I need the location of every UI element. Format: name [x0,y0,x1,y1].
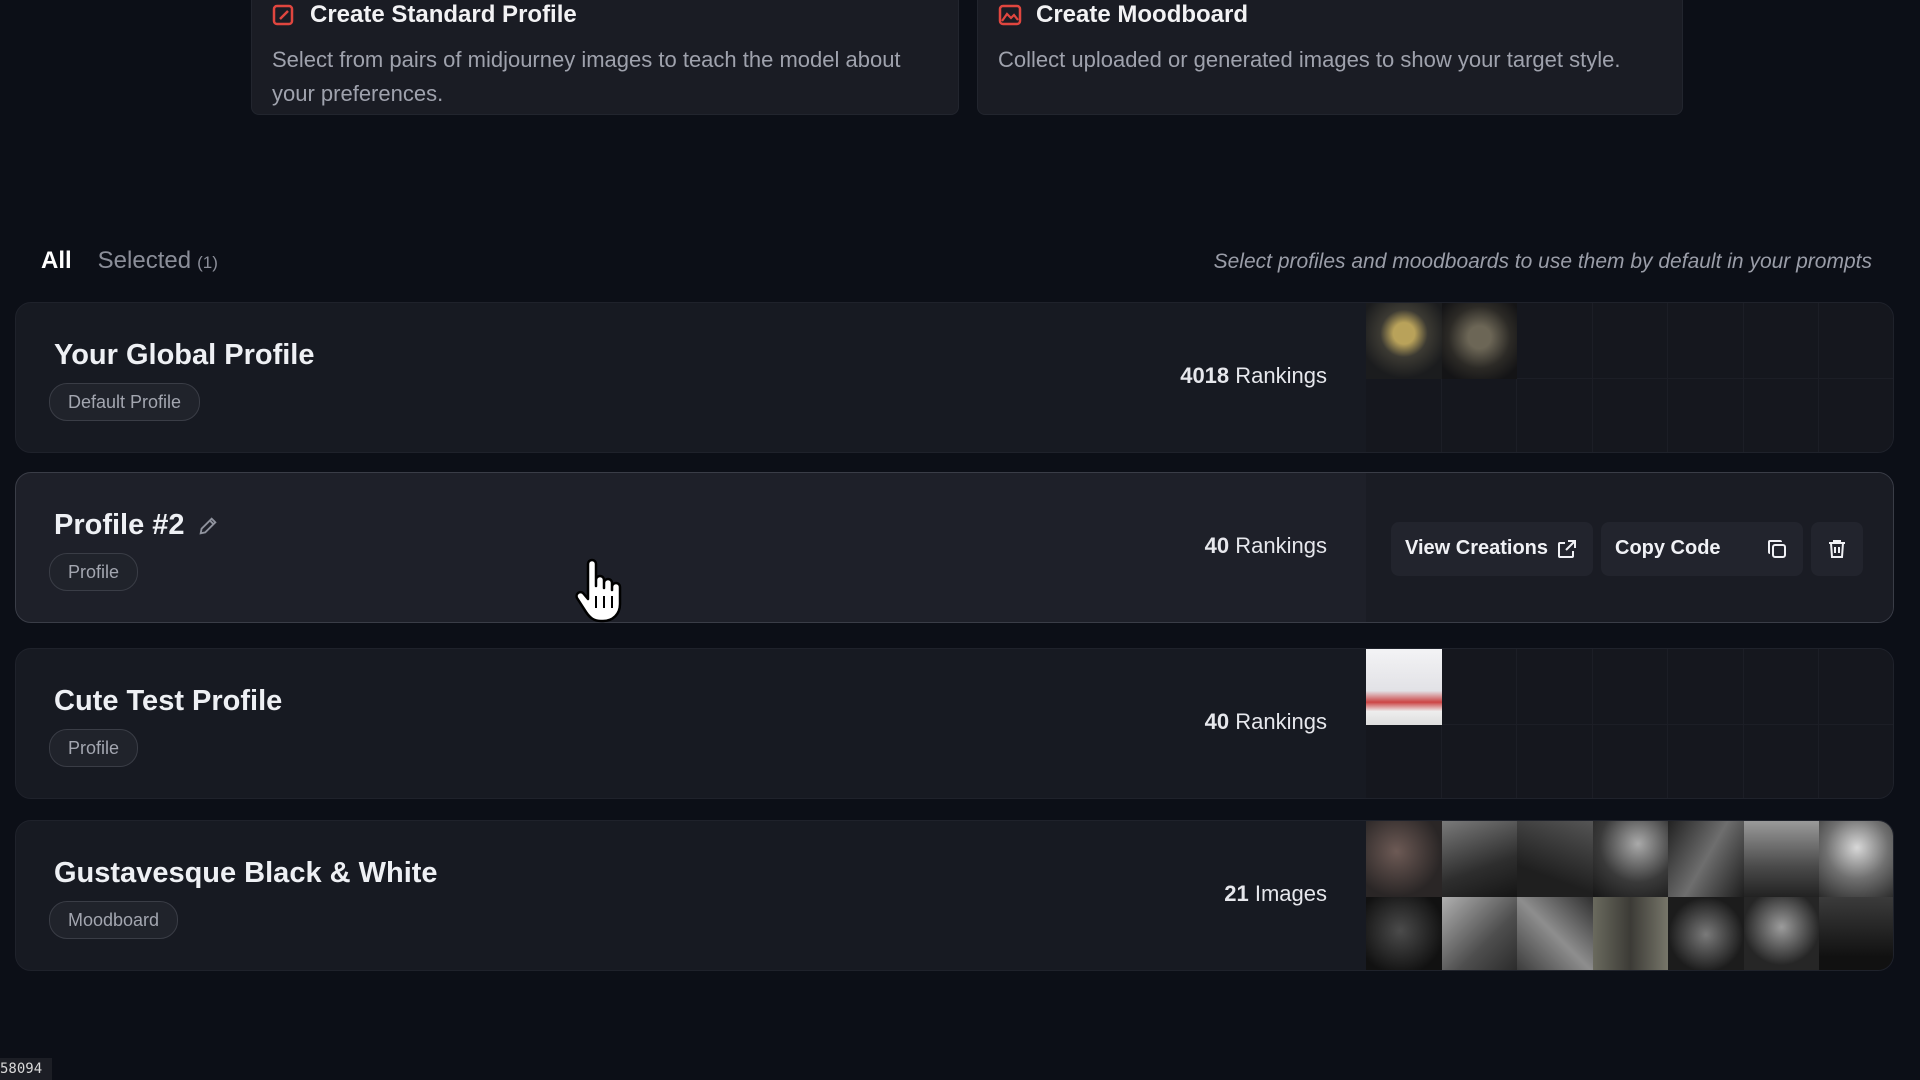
images-count: 21 Images [1224,881,1327,907]
thumbnail-image [1366,649,1442,725]
copy-icon [1768,539,1786,558]
copy-code-label: Copy Code [1615,537,1721,559]
thumbnail-image [1668,821,1744,897]
profile-type-badge: Moodboard [49,901,179,939]
profile-name: Profile #2 [54,509,185,541]
row-title: Cute Test Profile [54,685,282,718]
row-title: Gustavesque Black & White [54,857,438,890]
create-moodboard-card[interactable]: Create Moodboard Collect uploaded or gen… [977,0,1683,115]
count-unit: Rankings [1235,363,1327,388]
thumbnail-grid [1366,821,1893,970]
profile-icon [272,4,294,26]
card-title: Create Moodboard [1036,1,1249,28]
corner-id-label: 58094 [0,1058,52,1080]
thumbnail-image [1819,896,1893,970]
filter-tabs: All Selected (1) [41,247,218,275]
thumbnail-image [1441,821,1517,897]
delete-button[interactable] [1811,521,1863,576]
profile-row[interactable]: Profile #2 Profile 40 Rankings View Crea… [15,472,1894,623]
profile-type-badge: Profile [49,729,139,767]
selected-count: (1) [197,253,218,272]
card-description: Select from pairs of midjourney images t… [272,47,901,106]
thumbnail-image [1819,821,1893,897]
row-title: Your Global Profile [54,339,315,372]
count-unit: Rankings [1235,533,1327,558]
view-creations-label: View Creations [1405,537,1549,559]
view-creations-button[interactable]: View Creations [1391,521,1593,576]
thumbnail-image [1366,896,1442,970]
profile-type-badge: Profile [49,553,139,591]
thumbnail-image [1441,896,1517,970]
count-value: 4018 [1180,363,1230,388]
moodboard-icon [998,4,1022,26]
rankings-count: 40 Rankings [1205,533,1327,559]
thumbnail-image [1743,821,1819,897]
thumbnail-image [1366,303,1442,379]
thumbnail-image [1592,896,1668,970]
external-link-icon [1558,539,1576,558]
thumbnail-image [1668,896,1744,970]
selection-hint: Select profiles and moodboards to use th… [1213,250,1872,273]
thumbnail-grid [1366,303,1893,452]
thumbnail-grid [1366,649,1893,798]
thumbnail-image [1592,821,1668,897]
copy-code-button[interactable]: Copy Code [1601,521,1803,576]
thumbnail-image [1517,821,1593,897]
tab-all[interactable]: All [41,247,72,275]
tab-selected-label: Selected [97,247,192,274]
profile-type-badge: Default Profile [49,383,201,421]
moodboard-row[interactable]: Gustavesque Black & White Moodboard 21 I… [15,820,1894,971]
card-title: Create Standard Profile [310,1,577,28]
thumbnail-image [1441,303,1517,379]
row-actions: View Creations Copy Code [1366,473,1893,622]
edit-pencil-icon[interactable] [197,515,219,537]
thumbnail-image [1517,896,1593,970]
create-standard-profile-card[interactable]: Create Standard Profile Select from pair… [251,0,959,115]
rankings-count: 40 Rankings [1205,709,1327,735]
count-unit: Rankings [1235,709,1327,734]
tab-selected[interactable]: Selected (1) [98,247,218,275]
trash-icon [1829,539,1845,558]
card-description: Collect uploaded or generated images to … [998,47,1621,72]
hand-cursor-icon [575,558,622,623]
count-unit: Images [1254,881,1327,906]
count-value: 21 [1224,881,1249,906]
profile-name: Cute Test Profile [54,685,283,717]
profile-row[interactable]: Your Global Profile Default Profile 4018… [15,302,1894,453]
profile-name: Gustavesque Black & White [54,857,438,889]
profile-row[interactable]: Cute Test Profile Profile 40 Rankings [15,648,1894,799]
thumbnail-image [1743,896,1819,970]
thumbnail-image [1366,821,1442,897]
row-title: Profile #2 [54,509,219,542]
count-value: 40 [1204,533,1230,558]
profile-name: Your Global Profile [54,339,315,371]
rankings-count: 4018 Rankings [1180,363,1327,389]
count-value: 40 [1204,709,1230,734]
